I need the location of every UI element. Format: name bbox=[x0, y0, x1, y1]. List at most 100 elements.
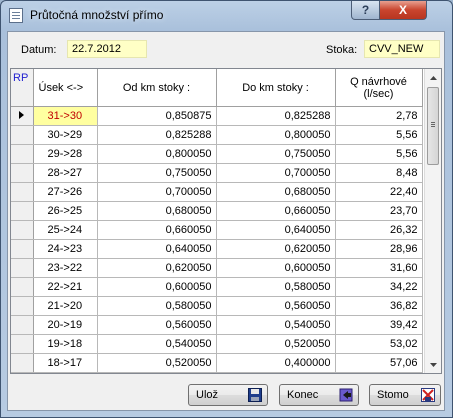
cell-do-km[interactable]: 0,800050 bbox=[216, 125, 336, 145]
row-indicator[interactable] bbox=[11, 258, 34, 278]
help-button[interactable]: ? bbox=[351, 1, 380, 20]
cell-od-km[interactable]: 0,640050 bbox=[97, 239, 217, 259]
row-indicator[interactable] bbox=[11, 334, 34, 354]
cell-od-km[interactable]: 0,800050 bbox=[97, 144, 217, 164]
cell-do-km[interactable]: 0,825288 bbox=[216, 106, 336, 126]
column-header-do-km[interactable]: Do km stoky : bbox=[216, 69, 336, 107]
title-bar[interactable]: Průtočná množství přímo ? X bbox=[1, 1, 452, 31]
row-indicator[interactable] bbox=[11, 201, 34, 221]
cell-usek[interactable]: 22->21 bbox=[33, 277, 98, 297]
cell-usek[interactable]: 25->24 bbox=[33, 220, 98, 240]
cell-do-km[interactable]: 0,750050 bbox=[216, 144, 336, 164]
cell-usek[interactable]: 24->23 bbox=[33, 239, 98, 259]
cell-q[interactable]: 26,32 bbox=[335, 220, 423, 240]
row-indicator[interactable] bbox=[11, 372, 34, 373]
stomo-button[interactable]: Stomo bbox=[369, 384, 441, 406]
cell-do-km[interactable]: 0,540050 bbox=[216, 315, 336, 335]
row-indicator[interactable] bbox=[11, 296, 34, 316]
stoka-field[interactable]: CVV_NEW bbox=[364, 40, 440, 58]
cell-q[interactable]: 22,40 bbox=[335, 182, 423, 202]
row-indicator[interactable] bbox=[11, 106, 34, 126]
cell-do-km[interactable]: 0,580050 bbox=[216, 277, 336, 297]
cell-usek[interactable]: 27->26 bbox=[33, 182, 98, 202]
cell-q[interactable]: 31,60 bbox=[335, 258, 423, 278]
cell-od-km[interactable]: 0,660050 bbox=[97, 220, 217, 240]
date-field[interactable]: 22.7.2012 bbox=[67, 40, 147, 58]
cell-od-km[interactable]: 0,580050 bbox=[97, 296, 217, 316]
table-row[interactable]: 23->22 0,620050 0,600050 31,60 bbox=[11, 258, 423, 278]
cell-q[interactable]: 28,96 bbox=[335, 239, 423, 259]
cell-od-km[interactable]: 0,560050 bbox=[97, 315, 217, 335]
column-header-usek[interactable]: Úsek <-> bbox=[33, 69, 98, 107]
row-indicator[interactable] bbox=[11, 353, 34, 373]
table-row[interactable]: 20->19 0,560050 0,540050 39,42 bbox=[11, 315, 423, 335]
cell-do-km[interactable]: 0,400000 bbox=[216, 353, 336, 373]
scroll-thumb[interactable] bbox=[427, 87, 439, 165]
row-indicator[interactable] bbox=[11, 277, 34, 297]
cell-do-km[interactable]: 0,600050 bbox=[216, 258, 336, 278]
cell-usek[interactable]: 30->29 bbox=[33, 125, 98, 145]
cell-od-km[interactable]: 0,680050 bbox=[97, 201, 217, 221]
cell-q[interactable]: 39,42 bbox=[335, 315, 423, 335]
cell-do-km[interactable]: 0,350000 bbox=[216, 372, 336, 373]
table-row[interactable]: 30->29 0,825288 0,800050 5,56 bbox=[11, 125, 423, 145]
table-row[interactable]: 26->25 0,680050 0,660050 23,70 bbox=[11, 201, 423, 221]
cell-od-km[interactable]: 0,825288 bbox=[97, 125, 217, 145]
cell-od-km[interactable]: 0,600050 bbox=[97, 277, 217, 297]
table-row[interactable]: 19->18 0,540050 0,520050 53,02 bbox=[11, 334, 423, 354]
save-button[interactable]: Ulož bbox=[188, 384, 268, 406]
cell-usek[interactable]: 18->17 bbox=[33, 353, 98, 373]
cell-usek[interactable]: 23->22 bbox=[33, 258, 98, 278]
end-button[interactable]: Konec bbox=[279, 384, 359, 406]
vertical-scrollbar[interactable] bbox=[424, 69, 441, 373]
rp-header[interactable]: RP bbox=[11, 69, 34, 107]
table-row[interactable]: 17->160,4000000,35000061,12 bbox=[11, 372, 423, 373]
cell-od-km[interactable]: 0,850875 bbox=[97, 106, 217, 126]
cell-od-km[interactable]: 0,700050 bbox=[97, 182, 217, 202]
row-indicator[interactable] bbox=[11, 239, 34, 259]
cell-q[interactable]: 57,06 bbox=[335, 353, 423, 373]
cell-usek[interactable]: 28->27 bbox=[33, 163, 98, 183]
table-row[interactable]: 31->30 0,850875 0,825288 2,78 bbox=[11, 106, 423, 126]
cell-usek[interactable]: 31->30 bbox=[33, 106, 98, 126]
cell-q[interactable]: 34,22 bbox=[335, 277, 423, 297]
table-row[interactable]: 24->23 0,640050 0,620050 28,96 bbox=[11, 239, 423, 259]
row-indicator[interactable] bbox=[11, 182, 34, 202]
cell-od-km[interactable]: 0,540050 bbox=[97, 334, 217, 354]
cell-q[interactable]: 61,12 bbox=[335, 372, 423, 373]
cell-usek[interactable]: 20->19 bbox=[33, 315, 98, 335]
close-button[interactable]: X bbox=[379, 1, 427, 20]
row-indicator[interactable] bbox=[11, 125, 34, 145]
cell-q[interactable]: 23,70 bbox=[335, 201, 423, 221]
table-row[interactable]: 22->21 0,600050 0,580050 34,22 bbox=[11, 277, 423, 297]
scroll-down-icon[interactable] bbox=[425, 356, 441, 373]
column-header-q-navrhove[interactable]: Q návrhové (l/sec) bbox=[335, 69, 423, 107]
cell-usek[interactable]: 17->16 bbox=[33, 372, 98, 373]
table-row[interactable]: 18->17 0,520050 0,400000 57,06 bbox=[11, 353, 423, 373]
table-row[interactable]: 28->27 0,750050 0,700050 8,48 bbox=[11, 163, 423, 183]
cell-q[interactable]: 36,82 bbox=[335, 296, 423, 316]
cell-usek[interactable]: 26->25 bbox=[33, 201, 98, 221]
row-indicator[interactable] bbox=[11, 315, 34, 335]
cell-q[interactable]: 8,48 bbox=[335, 163, 423, 183]
cell-od-km[interactable]: 0,750050 bbox=[97, 163, 217, 183]
cell-q[interactable]: 5,56 bbox=[335, 125, 423, 145]
table-row[interactable]: 21->20 0,580050 0,560050 36,82 bbox=[11, 296, 423, 316]
cell-do-km[interactable]: 0,680050 bbox=[216, 182, 336, 202]
cell-q[interactable]: 2,78 bbox=[335, 106, 423, 126]
cell-q[interactable]: 5,56 bbox=[335, 144, 423, 164]
cell-do-km[interactable]: 0,640050 bbox=[216, 220, 336, 240]
table-row[interactable]: 25->24 0,660050 0,640050 26,32 bbox=[11, 220, 423, 240]
cell-usek[interactable]: 21->20 bbox=[33, 296, 98, 316]
row-indicator[interactable] bbox=[11, 144, 34, 164]
cell-usek[interactable]: 29->28 bbox=[33, 144, 98, 164]
cell-do-km[interactable]: 0,700050 bbox=[216, 163, 336, 183]
row-indicator[interactable] bbox=[11, 220, 34, 240]
cell-do-km[interactable]: 0,660050 bbox=[216, 201, 336, 221]
column-header-od-km[interactable]: Od km stoky : bbox=[97, 69, 217, 107]
cell-usek[interactable]: 19->18 bbox=[33, 334, 98, 354]
cell-od-km[interactable]: 0,620050 bbox=[97, 258, 217, 278]
table-row[interactable]: 27->26 0,700050 0,680050 22,40 bbox=[11, 182, 423, 202]
cell-od-km[interactable]: 0,400000 bbox=[97, 372, 217, 373]
scroll-up-icon[interactable] bbox=[425, 69, 441, 86]
